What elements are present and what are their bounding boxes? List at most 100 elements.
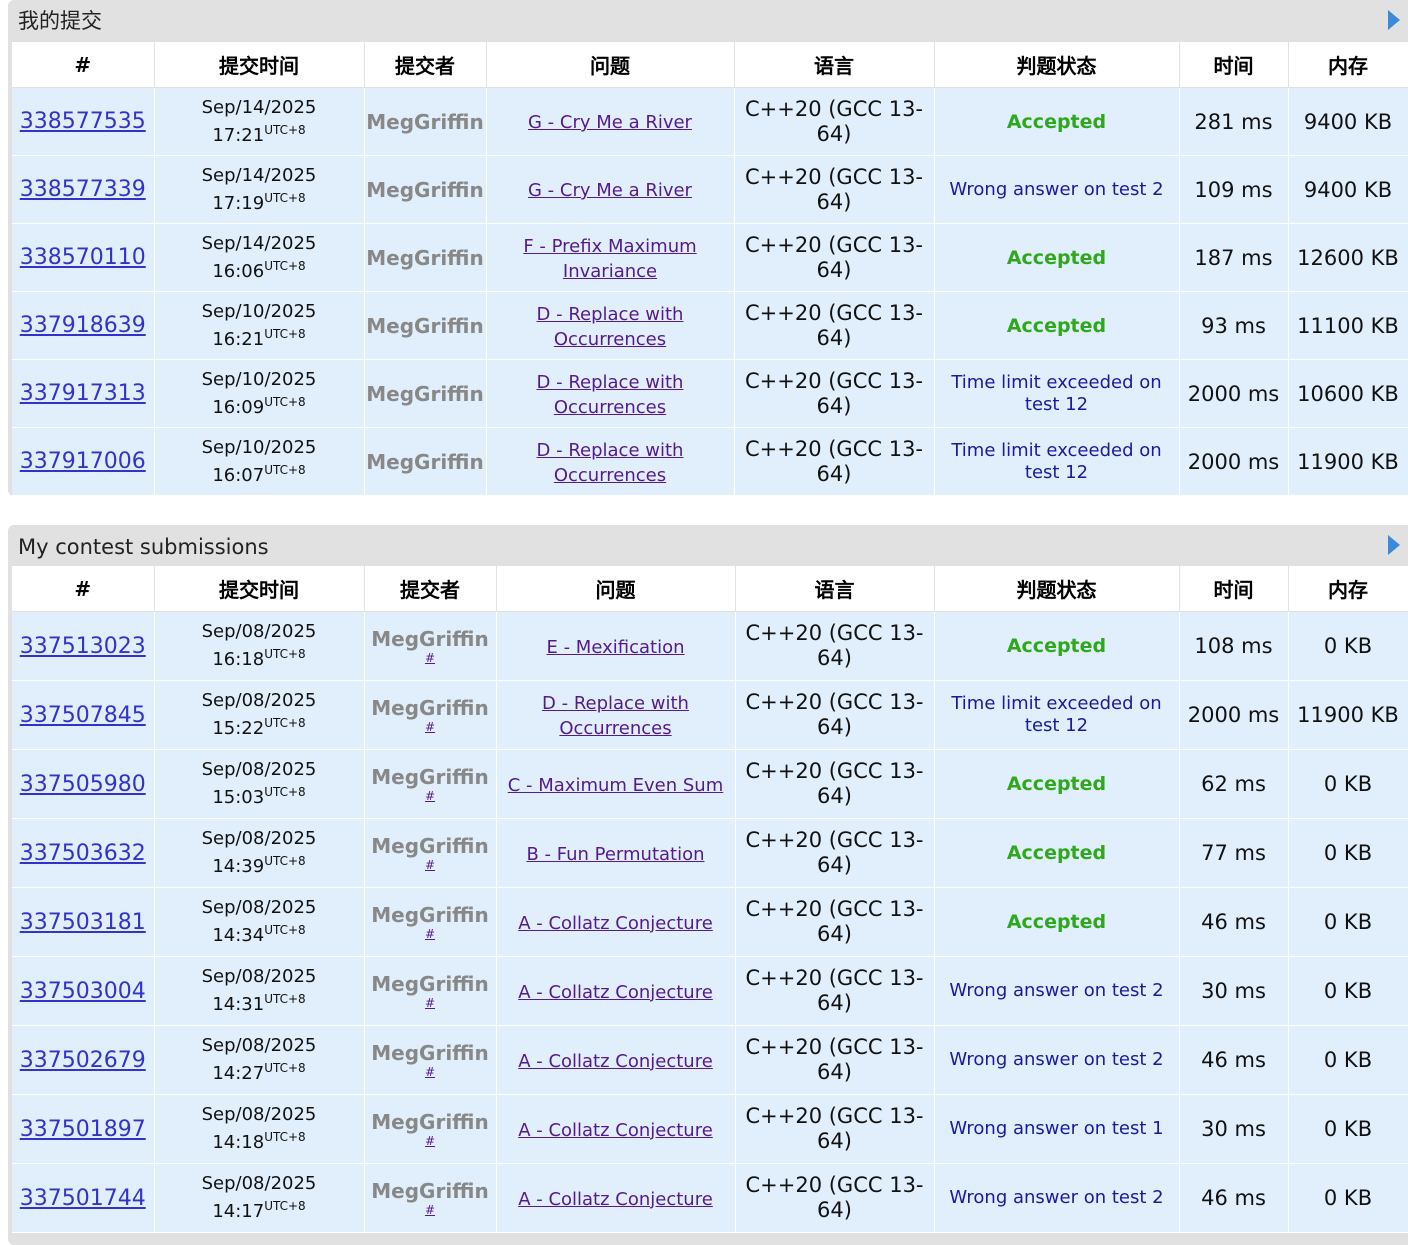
language-cell: C++20 (GCC 13-64) (735, 1094, 935, 1164)
problem-link[interactable]: F - Prefix Maximum Invariance (523, 236, 696, 282)
author-name[interactable]: MegGriffin (371, 1179, 488, 1203)
problem-link[interactable]: C - Maximum Even Sum (508, 775, 724, 796)
submission-id-link[interactable]: 337501897 (20, 1117, 146, 1142)
author-hash-link[interactable]: # (365, 927, 496, 941)
problem-link[interactable]: E - Mexification (547, 637, 685, 658)
expand-arrow-icon[interactable] (1388, 10, 1400, 30)
submit-clock: 16:09 (212, 396, 265, 418)
column-header: 提交时间 (154, 42, 365, 88)
author-hash-link[interactable]: # (365, 651, 496, 665)
problem-link[interactable]: D - Replace with Occurrences (537, 440, 684, 486)
problem-link[interactable]: A - Collatz Conjecture (518, 1189, 713, 1210)
submit-date: Sep/10/2025 (201, 300, 317, 322)
submission-id-link[interactable]: 337507845 (20, 703, 146, 728)
submission-id-link[interactable]: 337918639 (20, 313, 146, 338)
verdict-text[interactable]: Wrong answer on test 2 (949, 179, 1163, 200)
language-cell: C++20 (GCC 13-64) (734, 291, 935, 360)
author-hash-link[interactable]: # (365, 858, 496, 872)
submit-time-cell: Sep/14/2025 16:06UTC+8 (154, 223, 365, 292)
author-name[interactable]: MegGriffin (366, 246, 483, 270)
author-name[interactable]: MegGriffin (371, 903, 488, 927)
problem-link[interactable]: D - Replace with Occurrences (542, 693, 689, 739)
author-name[interactable]: MegGriffin (371, 1110, 488, 1134)
verdict-cell: Wrong answer on test 1 (934, 1094, 1180, 1164)
table-row: 338577535 Sep/14/2025 17:21UTC+8 MegGriffin… (12, 87, 1408, 156)
panel-title: 我的提交 (18, 9, 102, 33)
submission-id-link[interactable]: 337917006 (20, 449, 146, 474)
verdict-text[interactable]: Wrong answer on test 2 (949, 1187, 1163, 1208)
submission-id-link[interactable]: 337513023 (20, 634, 146, 659)
problem-link[interactable]: A - Collatz Conjecture (518, 1051, 713, 1072)
author-name[interactable]: MegGriffin (371, 696, 488, 720)
problem-link[interactable]: G - Cry Me a River (528, 112, 692, 133)
submission-id-link[interactable]: 338577339 (20, 177, 146, 202)
author-hash-link[interactable]: # (365, 1203, 496, 1217)
time-cell: 281 ms (1179, 87, 1289, 156)
column-header: 判题状态 (934, 42, 1180, 88)
author-hash-link[interactable]: # (365, 1134, 496, 1148)
submission-id-link[interactable]: 338570110 (20, 245, 146, 270)
verdict-text[interactable]: Wrong answer on test 1 (949, 1118, 1163, 1139)
verdict-text[interactable]: Accepted (1007, 111, 1106, 133)
author-hash-link[interactable]: # (365, 789, 496, 803)
verdict-text[interactable]: Wrong answer on test 2 (949, 980, 1163, 1001)
memory-cell: 0 KB (1288, 1163, 1408, 1233)
author-name[interactable]: MegGriffin (371, 765, 488, 789)
author-name[interactable]: MegGriffin (371, 972, 488, 996)
problem-link[interactable]: A - Collatz Conjecture (518, 1120, 713, 1141)
author-hash-link[interactable]: # (365, 996, 496, 1010)
header-row: # 提交时间 提交者 问题 语言 判题状态 时间 内存 (12, 42, 1408, 88)
submission-id-link[interactable]: 337502679 (20, 1048, 146, 1073)
author-name[interactable]: MegGriffin (371, 1041, 488, 1065)
verdict-text[interactable]: Time limit exceeded on test 12 (951, 440, 1161, 483)
verdict-cell: Accepted (934, 291, 1180, 360)
table-row: 337917006 Sep/10/2025 16:07UTC+8 MegGriffin… (12, 427, 1408, 496)
problem-cell: F - Prefix Maximum Invariance (486, 223, 735, 292)
author-name[interactable]: MegGriffin (366, 450, 483, 474)
problem-link[interactable]: A - Collatz Conjecture (518, 913, 713, 934)
verdict-text[interactable]: Time limit exceeded on test 12 (951, 693, 1161, 736)
author-name[interactable]: MegGriffin (366, 178, 483, 202)
author-name[interactable]: MegGriffin (366, 110, 483, 134)
author-hash-link[interactable]: # (365, 1065, 496, 1079)
submission-id-link[interactable]: 337503181 (20, 910, 146, 935)
verdict-text[interactable]: Time limit exceeded on test 12 (951, 372, 1161, 415)
problem-link[interactable]: G - Cry Me a River (528, 180, 692, 201)
language-cell: C++20 (GCC 13-64) (735, 818, 935, 888)
author-hash-link[interactable]: # (365, 720, 496, 734)
time-cell: 46 ms (1179, 1025, 1289, 1095)
problem-link[interactable]: D - Replace with Occurrences (537, 372, 684, 418)
problem-link[interactable]: D - Replace with Occurrences (537, 304, 684, 350)
submission-id-link[interactable]: 337501744 (20, 1186, 146, 1211)
verdict-text[interactable]: Accepted (1007, 315, 1106, 337)
author-name[interactable]: MegGriffin (371, 834, 488, 858)
submit-clock: 17:21 (212, 124, 265, 146)
language-cell: C++20 (GCC 13-64) (734, 155, 935, 224)
column-header: 语言 (734, 42, 935, 88)
verdict-text[interactable]: Wrong answer on test 2 (949, 1049, 1163, 1070)
language-cell: C++20 (GCC 13-64) (735, 1025, 935, 1095)
submit-clock: 14:31 (212, 994, 265, 1015)
expand-arrow-icon[interactable] (1388, 535, 1400, 555)
author-name[interactable]: MegGriffin (366, 382, 483, 406)
submit-clock: 17:19 (212, 192, 265, 214)
submission-id-link[interactable]: 337917313 (20, 381, 146, 406)
timezone-label: UTC+8 (264, 992, 306, 1006)
problem-link[interactable]: B - Fun Permutation (526, 844, 704, 865)
author-name[interactable]: MegGriffin (371, 627, 488, 651)
verdict-text[interactable]: Accepted (1007, 773, 1106, 795)
author-name[interactable]: MegGriffin (366, 314, 483, 338)
verdict-text[interactable]: Accepted (1007, 911, 1106, 933)
timezone-label: UTC+8 (264, 923, 306, 937)
submission-id-link[interactable]: 337503632 (20, 841, 146, 866)
submission-id-link[interactable]: 337505980 (20, 772, 146, 797)
verdict-text[interactable]: Accepted (1007, 247, 1106, 269)
timezone-label: UTC+8 (264, 326, 306, 341)
memory-cell: 9400 KB (1288, 155, 1408, 224)
submission-id-link[interactable]: 337503004 (20, 979, 146, 1004)
problem-link[interactable]: A - Collatz Conjecture (518, 982, 713, 1003)
submission-id-link[interactable]: 338577535 (20, 109, 146, 134)
verdict-text[interactable]: Accepted (1007, 842, 1106, 864)
verdict-text[interactable]: Accepted (1007, 635, 1106, 657)
column-header: 判题状态 (934, 566, 1180, 612)
